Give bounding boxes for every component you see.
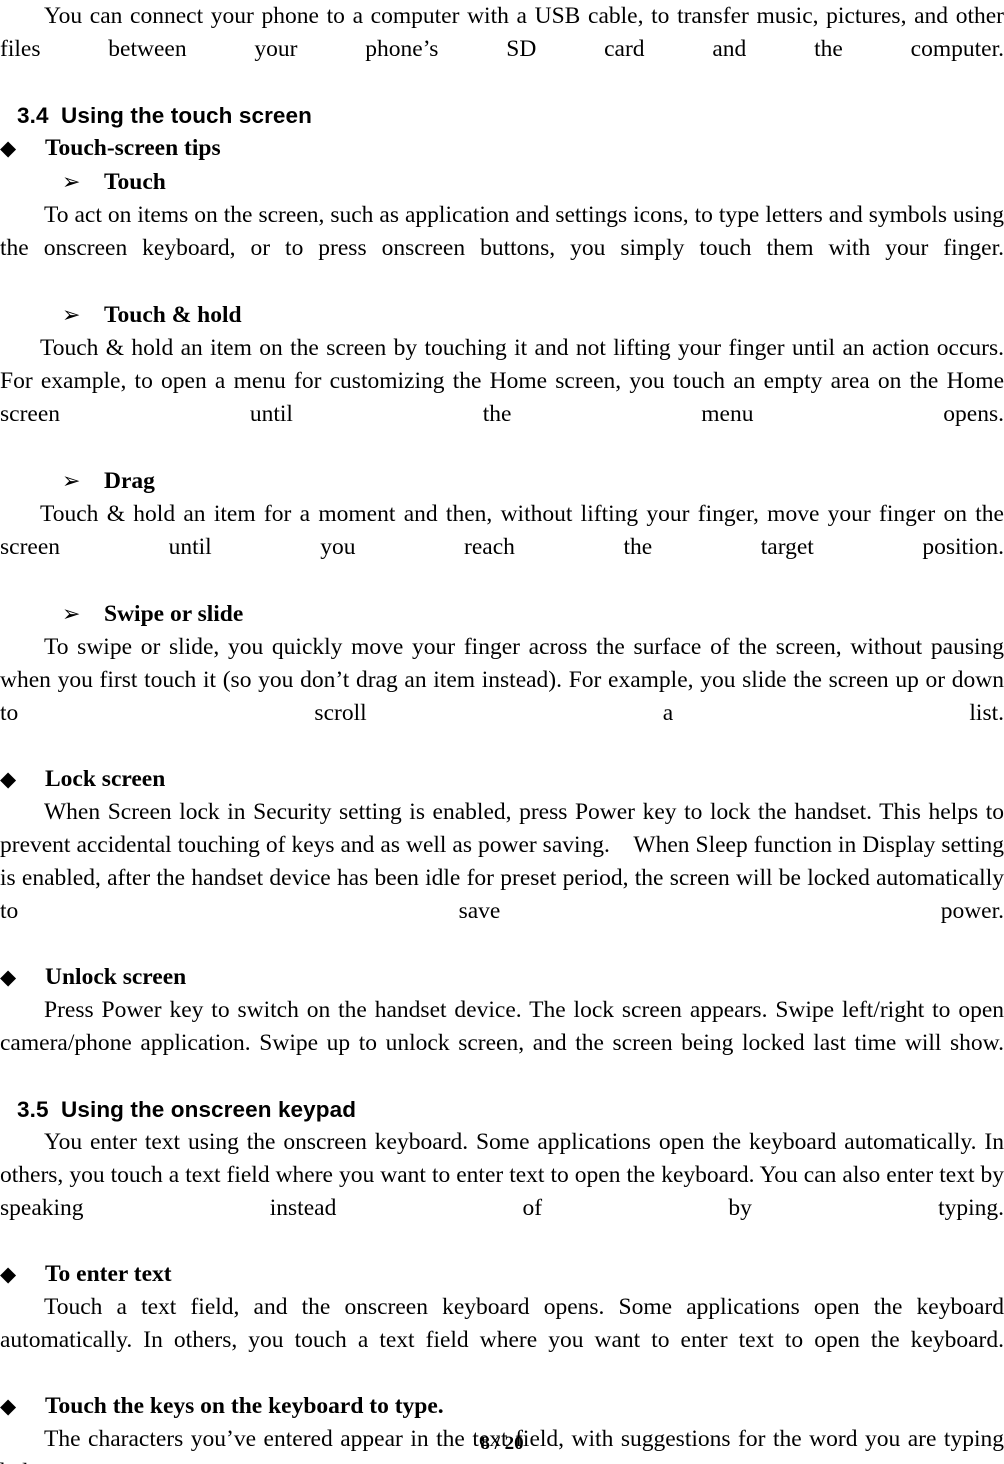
subhead-drag: ➢ Drag xyxy=(0,464,1004,498)
subhead-touch-and-hold: ➢ Touch & hold xyxy=(0,298,1004,332)
page-number-footer: 8 / 20 xyxy=(480,1433,524,1454)
bullet-to-enter-text: ◆ To enter text xyxy=(0,1258,1004,1291)
paragraph-unlock-screen-body: Press Power key to switch on the handset… xyxy=(0,997,1004,1056)
intro-paragraph: You can connect your phone to a computer… xyxy=(0,3,1004,62)
bullet-unlock-screen: ◆ Unlock screen xyxy=(0,961,1004,994)
diamond-bullet-icon: ◆ xyxy=(0,965,17,989)
paragraph-drag-body: Touch & hold an item for a moment and th… xyxy=(0,501,1004,560)
bullet-touch-screen-tips: ◆ Touch-screen tips xyxy=(0,132,1004,165)
section-heading-3-4: 3.4 Using the touch screen xyxy=(0,99,1004,132)
bullet-label: To enter text xyxy=(45,1261,172,1287)
subhead-label: Swipe or slide xyxy=(104,601,244,627)
subhead-label: Touch xyxy=(104,169,166,195)
arrow-bullet-icon: ➢ xyxy=(62,468,81,493)
paragraph-to-enter-text-body: Touch a text field, and the onscreen key… xyxy=(0,1294,1004,1353)
diamond-bullet-icon: ◆ xyxy=(0,1262,17,1286)
paragraph-swipe-body: To swipe or slide, you quickly move your… xyxy=(0,634,1004,726)
diamond-bullet-icon: ◆ xyxy=(0,767,17,791)
section-title: Using the onscreen keypad xyxy=(61,1097,357,1122)
subhead-label: Touch & hold xyxy=(104,302,242,328)
bullet-label: Lock screen xyxy=(45,766,166,792)
subhead-touch: ➢ Touch xyxy=(0,165,1004,199)
page-content: You can connect your phone to a computer… xyxy=(0,0,1004,1464)
subhead-swipe-or-slide: ➢ Swipe or slide xyxy=(0,597,1004,631)
arrow-bullet-icon: ➢ xyxy=(62,601,81,626)
section-title: Using the touch screen xyxy=(61,103,312,128)
bullet-label: Unlock screen xyxy=(45,964,187,990)
paragraph-keypad-intro: You enter text using the onscreen keyboa… xyxy=(0,1129,1004,1221)
paragraph-lock-screen-body: When Screen lock in Security setting is … xyxy=(0,799,1004,924)
section-number: 3.5 xyxy=(17,1097,49,1122)
diamond-bullet-icon: ◆ xyxy=(0,136,17,160)
diamond-bullet-icon: ◆ xyxy=(0,1394,17,1418)
arrow-bullet-icon: ➢ xyxy=(62,169,81,194)
bullet-touch-the-keys: ◆ Touch the keys on the keyboard to type. xyxy=(0,1390,1004,1423)
paragraph-touch-body: To act on items on the screen, such as a… xyxy=(0,202,1004,261)
paragraph-touch-hold-body: Touch & hold an item on the screen by to… xyxy=(0,335,1004,427)
bullet-label: Touch-screen tips xyxy=(45,135,221,161)
bullet-label: Touch the keys on the keyboard to type. xyxy=(45,1393,444,1419)
subhead-label: Drag xyxy=(104,468,155,494)
arrow-bullet-icon: ➢ xyxy=(62,302,81,327)
section-heading-3-5: 3.5 Using the onscreen keypad xyxy=(0,1093,1004,1126)
bullet-lock-screen: ◆ Lock screen xyxy=(0,763,1004,796)
document-page: You can connect your phone to a computer… xyxy=(0,0,1004,1464)
section-number: 3.4 xyxy=(17,103,49,128)
